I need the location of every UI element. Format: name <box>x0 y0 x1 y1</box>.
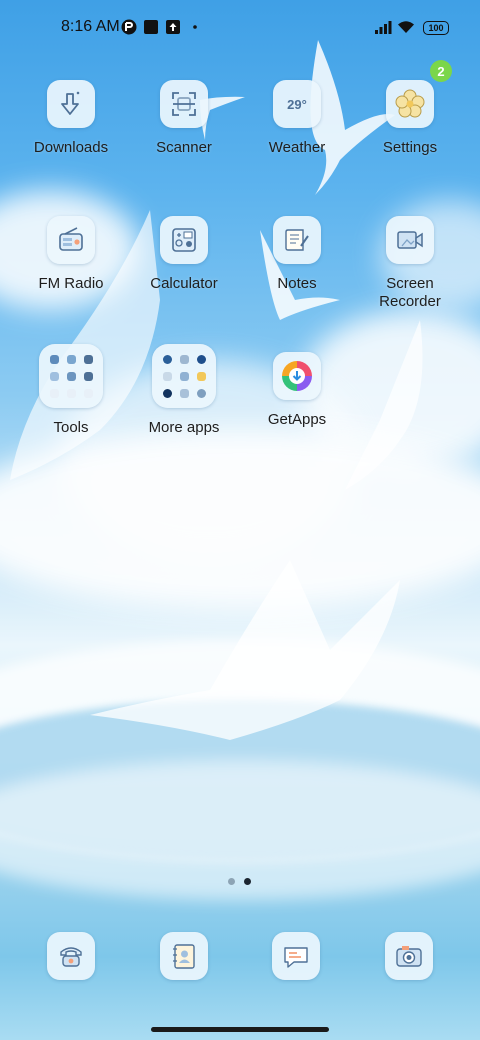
calculator-icon <box>160 216 208 264</box>
home-indicator[interactable] <box>151 1027 329 1032</box>
messages-icon[interactable] <box>272 932 320 980</box>
contacts-icon[interactable] <box>160 932 208 980</box>
folder-icon <box>39 344 103 408</box>
scanner-icon <box>160 80 208 128</box>
app-label: Weather <box>268 139 326 156</box>
weather-temperature: 29° <box>287 96 307 112</box>
upload-notification-icon <box>164 18 182 36</box>
app-fm-radio[interactable]: FM Radio <box>16 216 126 293</box>
app-label: GetApps <box>267 411 327 428</box>
app-settings[interactable]: Settings <box>355 80 465 157</box>
square-notification-icon <box>142 18 160 36</box>
folder-tools[interactable]: Tools <box>16 344 126 437</box>
app-label: Tools <box>53 419 89 436</box>
phone-icon[interactable] <box>47 932 95 980</box>
settings-notification-badge: 2 <box>430 60 452 82</box>
app-downloads[interactable]: Downloads <box>16 80 126 157</box>
getapps-icon <box>273 352 321 400</box>
signal-icon <box>374 18 392 36</box>
app-label: FM Radio <box>38 275 104 292</box>
camera-icon[interactable] <box>385 932 433 980</box>
page-dot[interactable] <box>228 878 235 885</box>
wifi-icon <box>397 18 415 36</box>
screen-recorder-icon <box>386 216 434 264</box>
dot-icon <box>186 18 204 36</box>
app-calculator[interactable]: Calculator <box>129 216 239 293</box>
radio-icon <box>47 216 95 264</box>
app-getapps[interactable]: GetApps <box>242 352 352 429</box>
app-label: Calculator <box>150 275 218 292</box>
app-label: Screen Recorder <box>379 275 441 310</box>
folder-icon <box>152 344 216 408</box>
app-label: Settings <box>382 139 438 156</box>
app-label: Scanner <box>156 139 212 156</box>
app-notes[interactable]: Notes <box>242 216 352 293</box>
weather-icon: 29° <box>273 80 321 128</box>
download-icon <box>47 80 95 128</box>
app-notification-icon <box>120 18 138 36</box>
app-screen-recorder[interactable]: Screen Recorder <box>355 216 465 311</box>
battery-icon: 100 <box>423 21 449 35</box>
notes-icon <box>273 216 321 264</box>
status-bar: 8:16 AM 100 <box>0 0 480 56</box>
app-label: Downloads <box>33 139 109 156</box>
page-indicator[interactable] <box>228 878 251 885</box>
app-label: More apps <box>148 419 220 436</box>
app-scanner[interactable]: Scanner <box>129 80 239 157</box>
status-time: 8:16 AM <box>61 18 120 35</box>
folder-more-apps[interactable]: More apps <box>129 344 239 437</box>
page-dot-current[interactable] <box>244 878 251 885</box>
app-weather[interactable]: 29° Weather <box>242 80 352 157</box>
settings-icon <box>386 80 434 128</box>
app-label: Notes <box>277 275 317 292</box>
